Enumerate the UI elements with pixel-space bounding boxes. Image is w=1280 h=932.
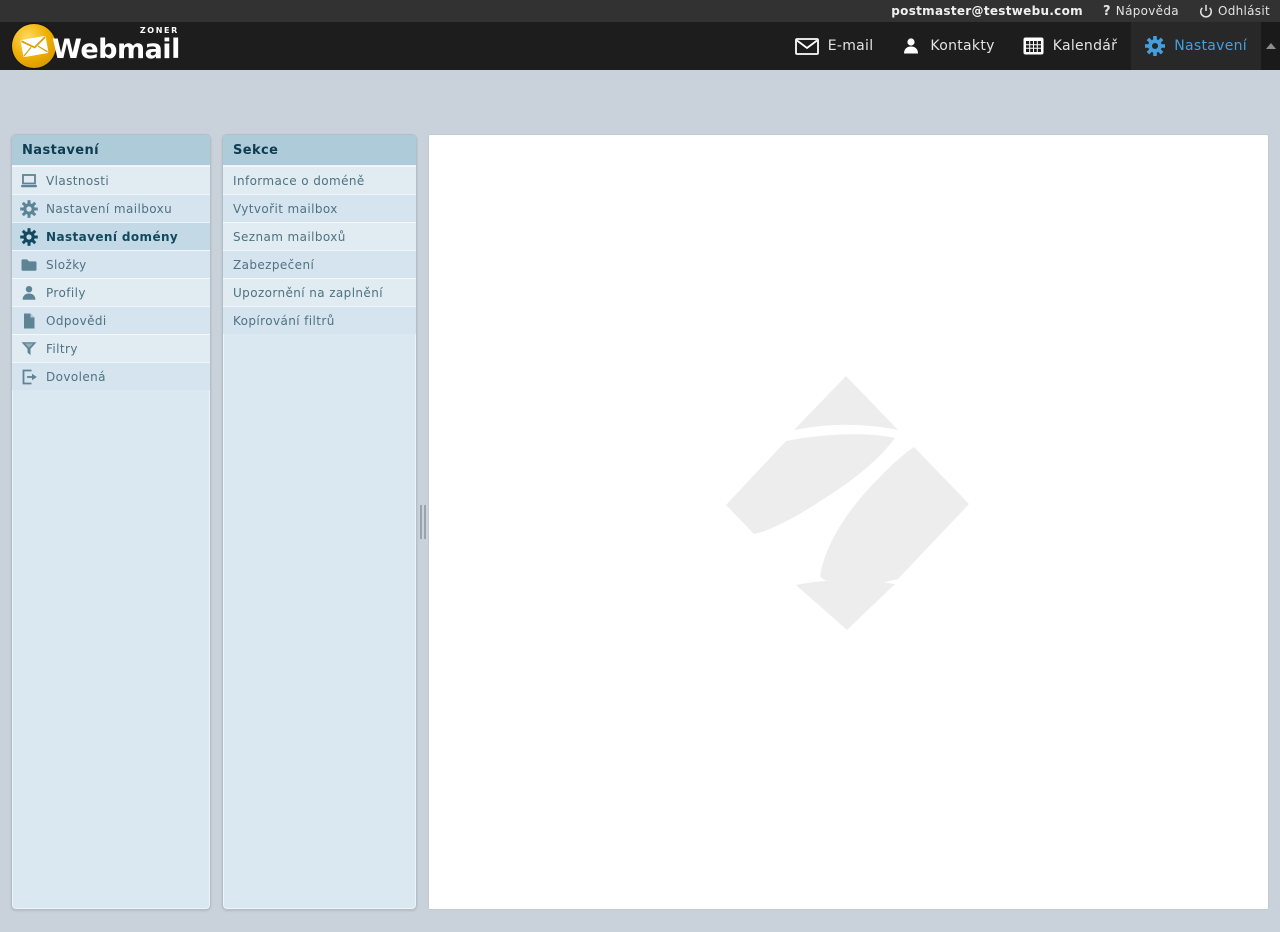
settings-item-dovolena[interactable]: Dovolená [12,362,210,390]
topbar: postmaster@testwebu.com ? Nápověda Odhlá… [0,0,1280,22]
main-nav: E-mail Kontakty Kalendář Nastavení [781,22,1280,70]
settings-item-label: Složky [46,258,87,272]
settings-item-label: Filtry [46,342,78,356]
settings-item-nastaveni-domeny[interactable]: Nastavení domény [12,222,210,250]
section-item-zabezpeceni[interactable]: Zabezpečení [223,250,416,278]
funnel-icon [20,340,38,358]
section-item-label: Vytvořit mailbox [233,202,338,216]
settings-item-label: Profily [46,286,86,300]
logo-text: ZONER Webmail [52,29,180,63]
sections-panel-title: Sekce [223,135,416,166]
panel-splitter[interactable] [417,134,428,910]
settings-item-label: Dovolená [46,370,106,384]
section-item-informace-o-domene[interactable]: Informace o doméně [223,166,416,194]
nav-email[interactable]: E-mail [781,22,888,70]
document-icon [20,312,38,330]
help-link[interactable]: ? Nápověda [1103,4,1179,19]
nav-nastaveni[interactable]: Nastavení [1131,22,1261,70]
nav-kalendar-label: Kalendář [1053,38,1118,54]
settings-item-nastaveni-mailboxu[interactable]: Nastavení mailboxu [12,194,210,222]
section-item-label: Seznam mailboxů [233,230,346,244]
user-email: postmaster@testwebu.com [891,4,1083,18]
zoner-watermark-logo [724,374,971,631]
monitor-icon [20,172,38,190]
section-item-label: Informace o doméně [233,174,365,188]
gear-icon [20,228,38,246]
webmail-logo[interactable]: ZONER Webmail [12,24,180,68]
nav-kontakty[interactable]: Kontakty [887,22,1008,70]
section-item-label: Upozornění na zaplnění [233,286,383,300]
settings-item-profily[interactable]: Profily [12,278,210,306]
logo-zoner-label: ZONER [140,26,179,35]
settings-item-label: Nastavení domény [46,230,178,244]
sections-panel: Sekce Informace o doméně Vytvořit mailbo… [222,134,417,910]
logout-link[interactable]: Odhlásit [1199,4,1270,18]
settings-item-filtry[interactable]: Filtry [12,334,210,362]
settings-panel-title: Nastavení [12,135,210,166]
nav-nastaveni-label: Nastavení [1174,38,1247,54]
settings-item-odpovedi[interactable]: Odpovědi [12,306,210,334]
section-item-vytvorit-mailbox[interactable]: Vytvořit mailbox [223,194,416,222]
settings-item-label: Odpovědi [46,314,107,328]
section-item-label: Zabezpečení [233,258,314,272]
folder-icon [20,256,38,274]
app-header: ZONER Webmail E-mail Kontakty Kalendář [0,22,1280,70]
section-item-label: Kopírování filtrů [233,314,335,328]
calendar-icon [1023,37,1044,55]
gear-icon [1145,36,1165,56]
envelope-logo-icon [12,24,56,68]
settings-item-label: Nastavení mailboxu [46,202,172,216]
section-item-upozorneni-na-zaplneni[interactable]: Upozornění na zaplnění [223,278,416,306]
content-panel [428,134,1269,910]
chevron-up-icon [1266,43,1276,49]
logout-label: Odhlásit [1218,4,1270,18]
help-label: Nápověda [1116,4,1179,18]
settings-item-slozky[interactable]: Složky [12,250,210,278]
section-item-kopirovani-filtru[interactable]: Kopírování filtrů [223,306,416,334]
settings-item-vlastnosti[interactable]: Vlastnosti [12,166,210,194]
settings-item-label: Vlastnosti [46,174,109,188]
settings-panel: Nastavení Vlastnosti Nastavení mailboxu … [11,134,211,910]
envelope-icon [795,38,819,55]
gear-icon [20,200,38,218]
person-icon [901,36,921,56]
exit-icon [20,368,38,386]
nav-kontakty-label: Kontakty [930,38,994,54]
person-icon [20,284,38,302]
nav-kalendar[interactable]: Kalendář [1009,22,1132,70]
question-icon: ? [1103,4,1111,19]
power-icon [1199,4,1213,18]
collapse-header-button[interactable] [1261,22,1280,70]
section-item-seznam-mailboxu[interactable]: Seznam mailboxů [223,222,416,250]
nav-email-label: E-mail [828,38,874,54]
